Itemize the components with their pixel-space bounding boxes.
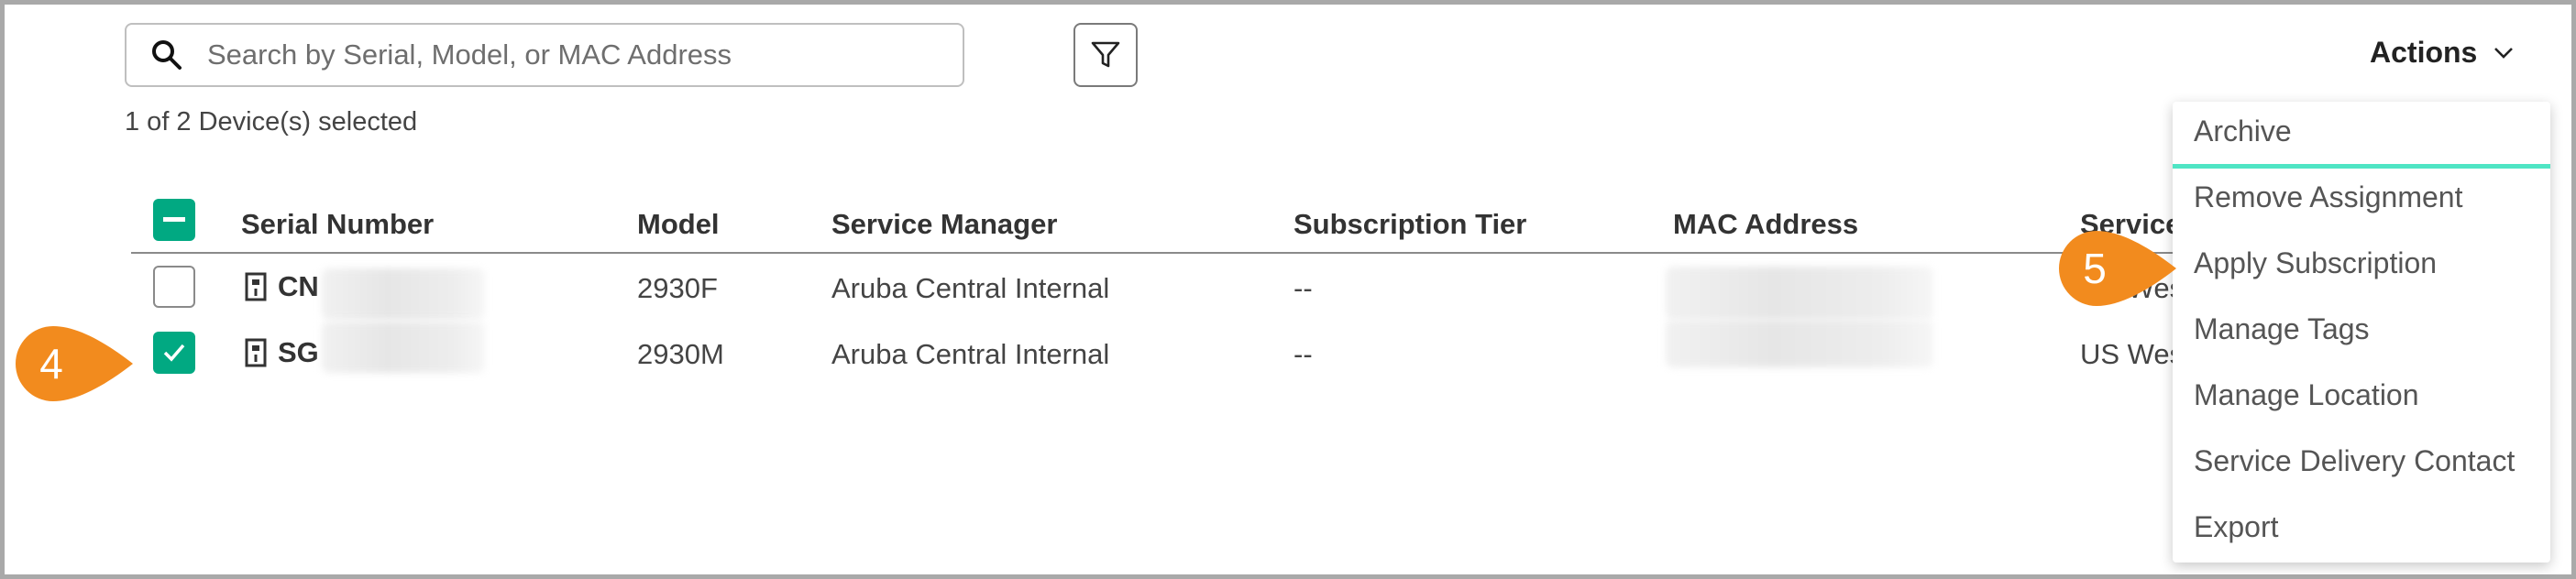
serial-number: CN [278, 270, 319, 302]
serial-number: SG [278, 336, 319, 368]
redacted-serial [322, 322, 485, 373]
redacted-mac-address [1666, 320, 1933, 367]
actions-menu: Archive Remove Assignment Apply Subscrip… [2173, 102, 2550, 563]
row-checkbox[interactable] [153, 266, 195, 308]
step-callout-5: 5 [2055, 227, 2180, 310]
service-manager: Aruba Central Internal [831, 338, 1110, 370]
filter-icon [1091, 41, 1120, 68]
search-placeholder: Search by Serial, Model, or MAC Address [207, 38, 732, 71]
step-callout-4: 4 [12, 322, 137, 405]
model: 2930F [637, 272, 718, 304]
search-input[interactable]: Search by Serial, Model, or MAC Address [125, 23, 964, 87]
table-header: Serial Number Model Service Manager Subs… [131, 195, 2221, 252]
select-all-checkbox[interactable] [153, 199, 195, 241]
header-model[interactable]: Model [637, 208, 720, 241]
menu-item-apply-subscription[interactable]: Apply Subscription [2194, 246, 2437, 280]
service-manager: Aruba Central Internal [831, 272, 1110, 304]
menu-item-manage-location[interactable]: Manage Location [2194, 378, 2419, 412]
table-row[interactable]: SG 2930M Aruba Central Internal -- US We… [131, 320, 2221, 386]
header-serial-number[interactable]: Serial Number [241, 208, 434, 241]
header-service-manager[interactable]: Service Manager [831, 208, 1057, 241]
callout-number: 5 [2083, 245, 2107, 292]
header-mac-address[interactable]: MAC Address [1673, 208, 1858, 241]
actions-dropdown-button[interactable]: Actions [2370, 36, 2514, 70]
filter-button[interactable] [1073, 23, 1138, 87]
switch-device-icon [245, 338, 267, 367]
header-subscription-tier[interactable]: Subscription Tier [1294, 208, 1526, 241]
switch-device-icon [245, 272, 267, 301]
table-row[interactable]: CN 2930F Aruba Central Internal -- US We… [131, 254, 2221, 320]
redacted-mac-address [1666, 267, 1933, 320]
checkmark-icon [163, 344, 185, 362]
menu-item-manage-tags[interactable]: Manage Tags [2194, 312, 2370, 346]
menu-focus-indicator [2173, 164, 2550, 169]
redacted-serial [322, 268, 485, 320]
subscription-tier: -- [1294, 272, 1313, 304]
device-list-panel: Search by Serial, Model, or MAC Address … [0, 0, 2576, 579]
menu-item-remove-assignment[interactable]: Remove Assignment [2194, 180, 2462, 214]
actions-label: Actions [2370, 36, 2478, 69]
model: 2930M [637, 338, 724, 370]
menu-item-export[interactable]: Export [2194, 510, 2278, 544]
selection-count: 1 of 2 Device(s) selected [125, 107, 418, 137]
callout-number: 4 [39, 340, 63, 388]
subscription-tier: -- [1294, 338, 1313, 370]
menu-item-service-delivery-contact[interactable]: Service Delivery Contact [2194, 444, 2515, 478]
chevron-down-icon [2494, 47, 2514, 59]
row-checkbox-checked[interactable] [153, 332, 195, 374]
search-icon [152, 40, 182, 70]
menu-item-archive[interactable]: Archive [2194, 115, 2292, 148]
